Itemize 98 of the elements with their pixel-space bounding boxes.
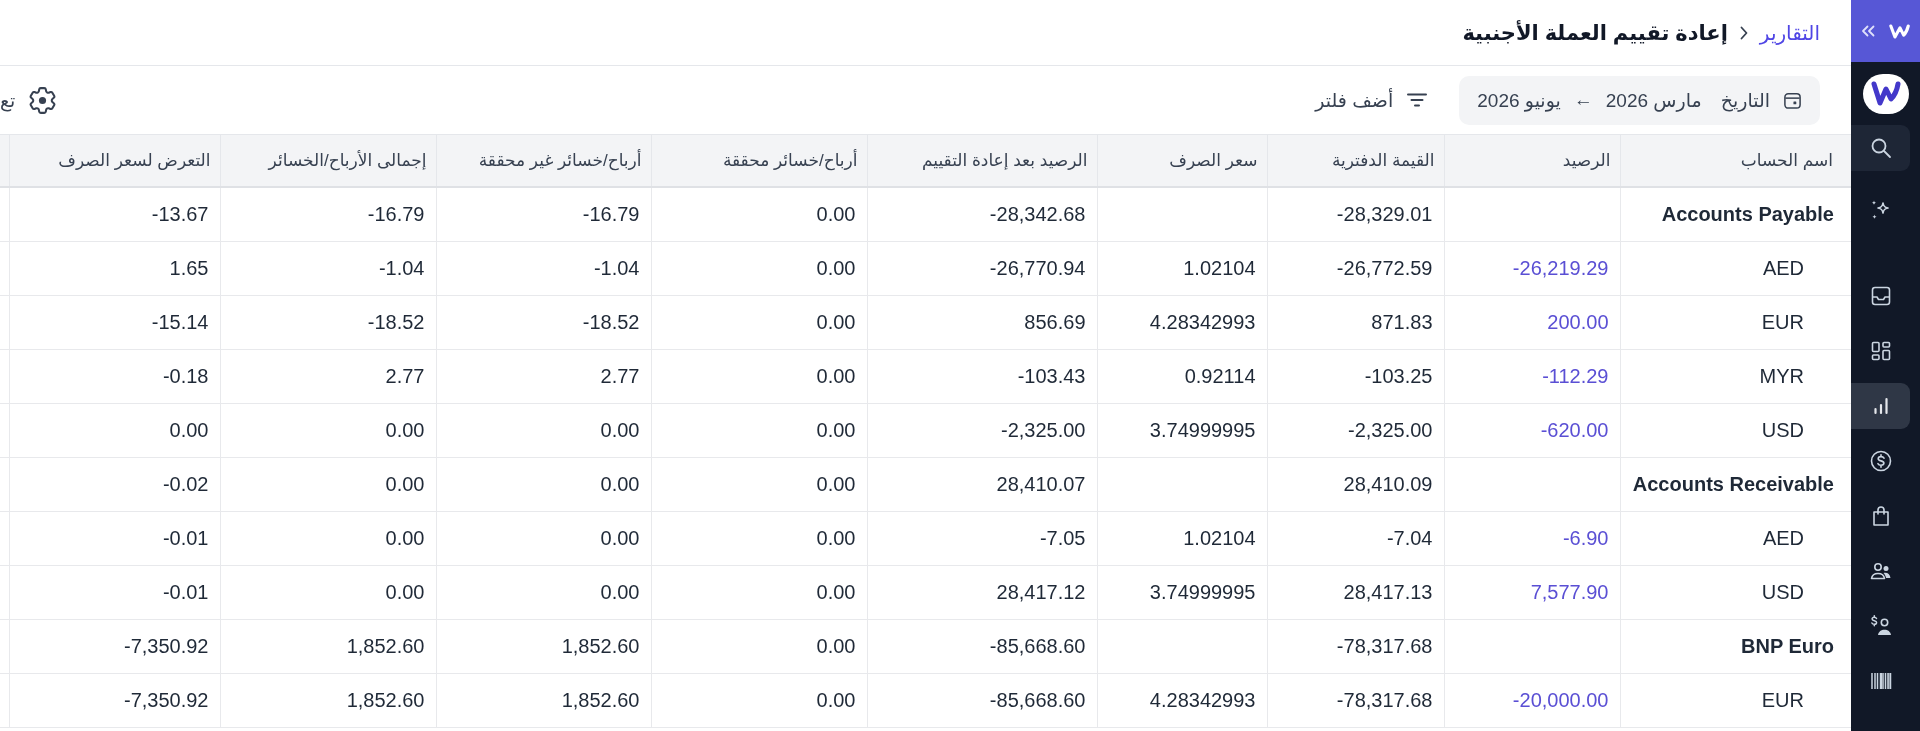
balance-link[interactable]: -20,000.00: [1512, 688, 1609, 711]
table-cell: -7,350.92: [9, 619, 220, 673]
column-header[interactable]: الرصيد بعد إعادة التقييم: [867, 135, 1097, 187]
collapse-sidebar-button[interactable]: [1860, 25, 1875, 37]
table-cell: -1.04: [220, 241, 436, 295]
table-cell: -78,317.68: [1267, 673, 1444, 727]
table-cell: -85,668.60: [867, 673, 1097, 727]
table-cell: 1.65: [9, 241, 220, 295]
table-cell: 0.00: [651, 457, 867, 511]
column-header[interactable]: التعرض لسعر الصرف: [9, 135, 220, 187]
table-cell: -0.18: [9, 349, 220, 403]
table-cell: -28,329.01: [1267, 187, 1444, 241]
table-cell: -0.01: [9, 511, 220, 565]
table-cell: -28,342.68: [867, 187, 1097, 241]
column-header[interactable]: أرباح/خسائر محققة: [651, 135, 867, 187]
column-header[interactable]: الرصيد: [1444, 135, 1620, 187]
table-cell: -0.01: [9, 565, 220, 619]
column-header[interactable]: إجمالى الأرباح/الخسائر: [220, 135, 436, 187]
table-cell: 0.00: [651, 349, 867, 403]
table-cell: 0.00: [651, 295, 867, 349]
table-cell: 4.28342993: [1097, 673, 1267, 727]
table-cell: 856.69: [867, 295, 1097, 349]
table-cell: 0.00: [436, 457, 651, 511]
table-cell: 2.77: [220, 349, 436, 403]
double-chevron-icon: [1860, 25, 1875, 37]
chevron-icon: [1739, 25, 1748, 40]
column-header[interactable]: أرباح/خسائر غير محققة: [436, 135, 651, 187]
table-cell: 3.74999995: [1097, 403, 1267, 457]
table-cell: 1,852.60: [436, 619, 651, 673]
table-cell: -26,770.94: [867, 241, 1097, 295]
table-cell: 1,852.60: [436, 673, 651, 727]
table-cell: -0.02: [9, 457, 220, 511]
table-cell: -103.43: [867, 349, 1097, 403]
table-cell: -16.79: [220, 187, 436, 241]
page-title: إعادة تقييم العملة الأجنبية: [1462, 20, 1728, 45]
table-cell: 0.00: [220, 457, 436, 511]
table-cell: -7,350.92: [9, 673, 220, 727]
balance-link[interactable]: 200.00: [1547, 310, 1609, 333]
table-cell: 1,852.60: [220, 619, 436, 673]
table-cell: 0.00: [651, 619, 867, 673]
table-cell: 0.00: [436, 511, 651, 565]
table-cell: -18.52: [436, 295, 651, 349]
table-cell: 0.00: [651, 187, 867, 241]
dollar-circle-icon: [1868, 449, 1893, 473]
table-cell: 0.00: [220, 565, 436, 619]
table-cell: -2,325.00: [867, 403, 1097, 457]
dollar-person-icon: [1868, 614, 1893, 638]
table-cell: -16.79: [436, 187, 651, 241]
date-range-filter[interactable]: التاريخ مارس 2026 ← يونيو 2026: [1459, 75, 1820, 125]
table-cell: 28,417.12: [867, 565, 1097, 619]
table-cell: -1.04: [436, 241, 651, 295]
table-cell: -78,317.68: [1267, 619, 1444, 673]
balance-link[interactable]: -26,219.29: [1512, 256, 1609, 279]
column-header[interactable]: القيمة الدفترية: [1267, 135, 1444, 187]
table-cell: 0.00: [651, 241, 867, 295]
table-cell: 0.00: [651, 565, 867, 619]
table-cell: -18.52: [220, 295, 436, 349]
table-cell: 28,410.09: [1267, 457, 1444, 511]
column-header[interactable]: سعر الصرف: [1097, 135, 1267, 187]
balance-link[interactable]: -620.00: [1540, 418, 1609, 441]
breadcrumb-link[interactable]: التقارير: [1759, 20, 1820, 45]
table-cell: 0.00: [9, 403, 220, 457]
table-cell: 2.77: [436, 349, 651, 403]
table-cell: 0.00: [651, 673, 867, 727]
table-cell: 0.00: [436, 403, 651, 457]
table-cell: -85,668.60: [867, 619, 1097, 673]
table-cell: 28,410.07: [867, 457, 1097, 511]
table-cell: -13.67: [9, 187, 220, 241]
table-cell: -7.04: [1267, 511, 1444, 565]
table-cell: 3.74999995: [1097, 565, 1267, 619]
search-button[interactable]: [1851, 125, 1910, 171]
table-cell: -7.05: [867, 511, 1097, 565]
table-cell: -26,772.59: [1267, 241, 1444, 295]
table-cell: 0.00: [436, 565, 651, 619]
filter-icon: [1407, 93, 1428, 107]
add-filter-button[interactable]: أضف فلتر: [1315, 88, 1428, 112]
table-cell: 0.00: [651, 403, 867, 457]
table-cell: 28,417.13: [1267, 565, 1444, 619]
table-cell: 0.00: [651, 511, 867, 565]
table-cell: -2,325.00: [1267, 403, 1444, 457]
table-cell: -103.25: [1267, 349, 1444, 403]
balance-link[interactable]: -112.29: [1542, 364, 1609, 387]
table-cell: 871.83: [1267, 295, 1444, 349]
table-cell: 0.00: [220, 511, 436, 565]
table-cell: 1,852.60: [220, 673, 436, 727]
table-cell: 4.28342993: [1097, 295, 1267, 349]
table-cell: -15.14: [9, 295, 220, 349]
table-cell: 1.02104: [1097, 511, 1267, 565]
table-cell: 1.02104: [1097, 241, 1267, 295]
settings-icon: [29, 86, 57, 114]
logo-icon: [1888, 22, 1911, 40]
table-cell: 0.00: [220, 403, 436, 457]
app-logo-icon[interactable]: [1862, 73, 1909, 114]
table-cell: 0.92114: [1097, 349, 1267, 403]
balance-link[interactable]: -6.90: [1562, 526, 1609, 549]
balance-link[interactable]: 7,577.90: [1530, 580, 1609, 603]
calendar-icon: [1783, 90, 1802, 110]
settings-button[interactable]: تع: [0, 86, 57, 114]
